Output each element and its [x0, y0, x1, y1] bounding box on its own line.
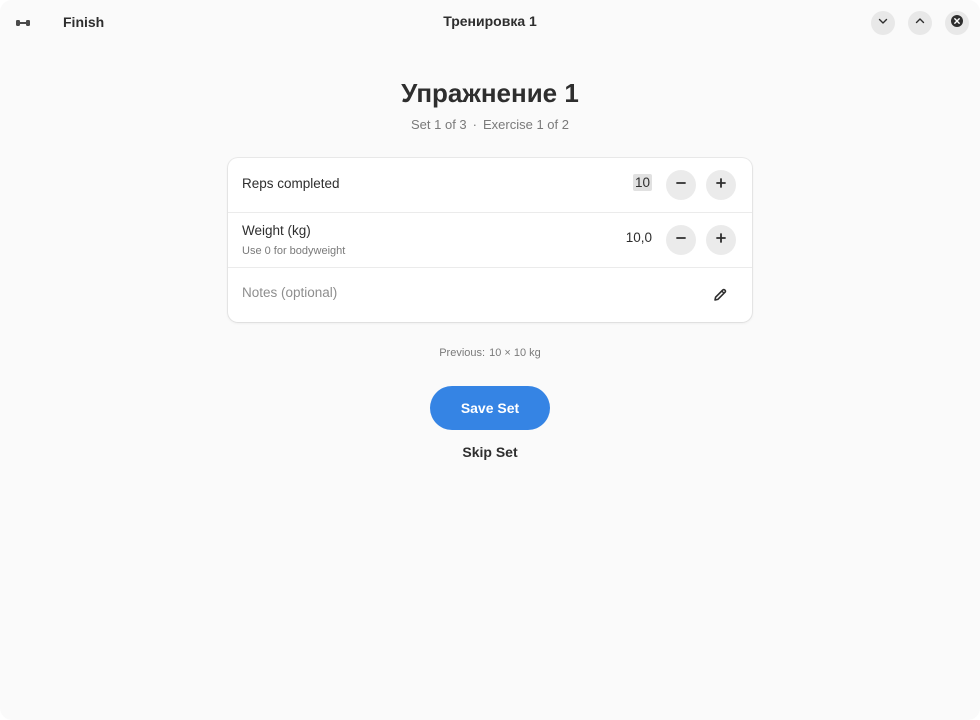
- finish-button[interactable]: Finish: [52, 9, 115, 35]
- reps-row: Reps completed 10: [228, 158, 752, 213]
- weight-row: Weight (kg) Use 0 for bodyweight 10,0: [228, 213, 752, 268]
- reps-label: Reps completed: [242, 176, 340, 191]
- dumbbell-icon: [13, 14, 33, 32]
- notes-input[interactable]: Notes (optional): [242, 285, 337, 300]
- exercise-title: Упражнение 1: [401, 78, 579, 108]
- weight-value-input[interactable]: 10,0: [626, 230, 652, 245]
- save-set-button[interactable]: Save Set: [430, 386, 550, 430]
- close-icon: [950, 14, 964, 33]
- plus-icon: [715, 231, 727, 249]
- reps-increment-button[interactable]: [706, 170, 736, 200]
- weight-decrement-button[interactable]: [666, 225, 696, 255]
- minimize-button[interactable]: [871, 11, 895, 35]
- weight-increment-button[interactable]: [706, 225, 736, 255]
- chevron-up-icon: [914, 14, 926, 32]
- weight-hint: Use 0 for bodyweight: [242, 245, 346, 257]
- skip-set-button[interactable]: Skip Set: [440, 444, 540, 464]
- maximize-button[interactable]: [908, 11, 932, 35]
- header-bar: Finish Тренировка 1: [0, 0, 980, 46]
- notes-row[interactable]: Notes (optional): [228, 268, 752, 322]
- set-form-card: Reps completed 10 Weight (kg) Use 0 for …: [228, 158, 752, 322]
- close-button[interactable]: [945, 11, 969, 35]
- chevron-down-icon: [877, 14, 889, 32]
- progress-subtitle: Set 1 of 3 · Exercise 1 of 2: [290, 117, 690, 132]
- plus-icon: [715, 176, 727, 194]
- app-window: Finish Тренировка 1 Упражнение 1 Set 1 o…: [0, 0, 980, 720]
- previous-label: Previous:: [439, 347, 486, 359]
- reps-value-input[interactable]: 10: [632, 174, 652, 191]
- previous-set-info: Previous: 10 × 10 kg: [290, 347, 690, 359]
- separator-dot: ·: [472, 117, 477, 132]
- exercise-progress: Exercise 1 of 2: [483, 117, 569, 132]
- set-progress: Set 1 of 3: [411, 117, 467, 132]
- weight-label: Weight (kg): [242, 223, 311, 238]
- reps-decrement-button[interactable]: [666, 170, 696, 200]
- minus-icon: [675, 231, 687, 249]
- window-title: Тренировка 1: [443, 13, 537, 29]
- minus-icon: [675, 176, 687, 194]
- previous-value: 10 × 10 kg: [489, 347, 541, 359]
- pencil-icon[interactable]: [708, 283, 732, 307]
